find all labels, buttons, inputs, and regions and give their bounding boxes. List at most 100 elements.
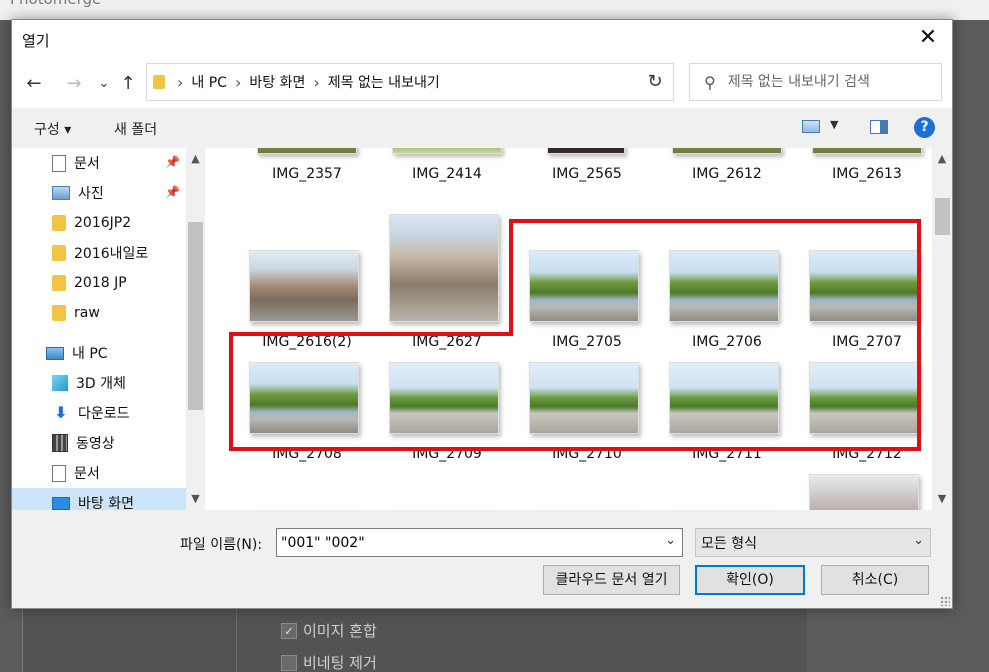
file-list-scrollbar[interactable]: ▲ ▼ bbox=[932, 148, 952, 510]
blend-images-label: 이미지 혼합 bbox=[303, 622, 377, 640]
command-toolbar: 구성 ▾ 새 폴더 ▼ ? bbox=[12, 108, 952, 148]
background-options-area: ✓ 이미지 혼합 비네팅 제거 bbox=[236, 608, 808, 672]
sidebar-item-label: 사진 bbox=[78, 186, 104, 202]
sidebar-item-label: 문서 bbox=[74, 156, 100, 172]
back-arrow-icon[interactable]: ← bbox=[22, 72, 46, 96]
breadcrumb-item[interactable]: 내 PC bbox=[191, 72, 227, 92]
navigation-bar: ← → ⌄ ↑ › 내 PC › 바탕 화면 › 제목 없는 내보내기 ⌄ ↻ … bbox=[12, 58, 952, 108]
filename-combobox[interactable]: ⌄ bbox=[276, 528, 683, 557]
pin-icon: 📌 bbox=[165, 155, 180, 169]
sidebar-item-2018-jp[interactable]: 2018 JP bbox=[12, 268, 186, 298]
vignette-removal-label: 비네팅 제거 bbox=[303, 654, 377, 672]
checkbox-icon: ✓ bbox=[281, 622, 297, 639]
selection-highlight-outline bbox=[229, 219, 921, 451]
preview-pane-icon[interactable] bbox=[870, 120, 888, 134]
video-icon bbox=[52, 434, 68, 452]
chevron-down-icon: ⌄ bbox=[913, 533, 924, 548]
filetype-select[interactable]: 모든 형식 ⌄ bbox=[695, 528, 931, 557]
resize-grip-icon[interactable] bbox=[940, 596, 950, 606]
breadcrumb-item[interactable]: 제목 없는 내보내기 bbox=[328, 72, 440, 92]
scrollbar-thumb[interactable] bbox=[935, 198, 950, 235]
sidebar-scrollbar[interactable]: ▲ ▼ bbox=[186, 148, 205, 510]
background-options-panel: ✓ 이미지 혼합 비네팅 제거 bbox=[22, 608, 807, 672]
new-folder-button[interactable]: 새 폴더 bbox=[114, 119, 157, 139]
highlight-path bbox=[229, 219, 921, 451]
desktop-icon bbox=[52, 496, 70, 510]
folder-icon bbox=[52, 305, 66, 321]
cube-icon bbox=[52, 375, 68, 391]
vignette-removal-option[interactable]: 비네팅 제거 bbox=[281, 652, 377, 672]
sidebar-item-this-pc[interactable]: 내 PC bbox=[12, 338, 186, 368]
search-box[interactable]: ⚲ bbox=[689, 63, 942, 101]
scroll-down-icon[interactable]: ▼ bbox=[186, 492, 205, 505]
chevron-down-icon[interactable]: ⌄ bbox=[665, 533, 676, 548]
filetype-value: 모든 형식 bbox=[701, 535, 757, 552]
folder-icon bbox=[52, 275, 66, 291]
folder-icon bbox=[52, 245, 66, 261]
recent-locations-icon[interactable]: ⌄ bbox=[92, 72, 116, 96]
breadcrumb: › 내 PC › 바탕 화면 › 제목 없는 내보내기 bbox=[169, 72, 440, 92]
breadcrumb-item[interactable]: 바탕 화면 bbox=[249, 72, 305, 92]
pictures-icon bbox=[52, 186, 70, 200]
background-titlebar: Photomerge bbox=[0, 0, 989, 20]
document-icon bbox=[52, 464, 66, 482]
blend-images-option[interactable]: ✓ 이미지 혼합 bbox=[281, 620, 377, 641]
refresh-icon[interactable]: ↻ bbox=[637, 63, 674, 101]
scroll-up-icon[interactable]: ▲ bbox=[932, 152, 952, 165]
dialog-title: 열기 bbox=[22, 32, 50, 50]
download-icon: ⬇ bbox=[54, 403, 68, 422]
sidebar-item-2016jp2[interactable]: 2016JP2 bbox=[12, 208, 186, 238]
pin-icon: 📌 bbox=[165, 185, 180, 199]
sidebar-item-label: 3D 개체 bbox=[76, 376, 126, 392]
sidebar-item-3d-objects[interactable]: 3D 개체 bbox=[12, 368, 186, 398]
organize-button[interactable]: 구성 ▾ bbox=[34, 119, 71, 139]
sidebar-item-2016-naeillo[interactable]: 2016내일로 bbox=[12, 238, 186, 268]
view-options-icon[interactable] bbox=[802, 120, 820, 133]
sidebar-item-documents-quick[interactable]: 문서 📌 bbox=[12, 148, 186, 178]
cancel-button[interactable]: 취소(C) bbox=[821, 565, 929, 595]
sidebar-item-label: 2018 JP bbox=[74, 275, 127, 291]
search-icon: ⚲ bbox=[704, 72, 716, 92]
document-icon bbox=[52, 154, 66, 172]
sidebar-item-downloads[interactable]: ⬇ 다운로드 bbox=[12, 398, 186, 428]
folder-icon bbox=[52, 215, 66, 231]
sidebar-item-label: 문서 bbox=[74, 466, 100, 482]
checkbox-icon bbox=[281, 654, 297, 671]
folder-icon bbox=[153, 75, 165, 89]
chevron-right-icon: › bbox=[234, 72, 242, 92]
pc-icon bbox=[46, 346, 64, 360]
scroll-up-icon[interactable]: ▲ bbox=[186, 152, 205, 165]
sidebar-item-label: raw bbox=[74, 305, 100, 321]
sidebar-item-label: 동영상 bbox=[76, 436, 115, 452]
sidebar-item-pictures[interactable]: 사진 📌 bbox=[12, 178, 186, 208]
close-icon[interactable]: ✕ bbox=[916, 26, 940, 50]
sidebar-item-label: 다운로드 bbox=[78, 406, 130, 422]
sidebar-item-label: 바탕 화면 bbox=[78, 496, 134, 510]
chevron-down-icon[interactable]: ▼ bbox=[830, 118, 838, 131]
scrollbar-thumb[interactable] bbox=[188, 222, 203, 410]
dialog-titlebar: 열기 ✕ bbox=[12, 20, 952, 58]
navigation-pane: 문서 📌 사진 📌 2016JP2 2016내일로 2018 JP raw 내 … bbox=[12, 148, 205, 510]
chevron-right-icon: › bbox=[313, 72, 320, 92]
file-list: IMG_2357 IMG_2414 IMG_2565 IMG_2612 IMG_… bbox=[205, 148, 932, 510]
sidebar-item-desktop[interactable]: 바탕 화면 bbox=[12, 488, 186, 510]
sidebar-item-label: 2016내일로 bbox=[74, 246, 149, 262]
scroll-down-icon[interactable]: ▼ bbox=[932, 492, 952, 505]
ok-button[interactable]: 확인(O) bbox=[695, 565, 805, 595]
sidebar-item-videos[interactable]: 동영상 bbox=[12, 428, 186, 458]
sidebar-item-label: 2016JP2 bbox=[74, 215, 132, 231]
sidebar-item-documents[interactable]: 문서 bbox=[12, 458, 186, 488]
open-cloud-documents-button[interactable]: 클라우드 문서 열기 bbox=[543, 565, 680, 595]
filename-input[interactable] bbox=[281, 534, 651, 551]
help-icon[interactable]: ? bbox=[914, 117, 935, 138]
filename-label: 파일 이름(N): bbox=[180, 537, 263, 553]
background-app-title: Photomerge bbox=[10, 0, 101, 8]
up-arrow-icon[interactable]: ↑ bbox=[116, 72, 140, 96]
address-bar[interactable]: › 내 PC › 바탕 화면 › 제목 없는 내보내기 ⌄ bbox=[146, 63, 672, 101]
open-file-dialog: 열기 ✕ ← → ⌄ ↑ › 내 PC › 바탕 화면 › 제목 없는 내보내기… bbox=[11, 19, 953, 609]
sidebar-item-raw[interactable]: raw bbox=[12, 298, 186, 328]
forward-arrow-icon[interactable]: → bbox=[62, 72, 86, 96]
chevron-right-icon: › bbox=[177, 72, 184, 92]
search-input[interactable] bbox=[727, 74, 918, 90]
sidebar-item-label: 내 PC bbox=[72, 346, 108, 362]
